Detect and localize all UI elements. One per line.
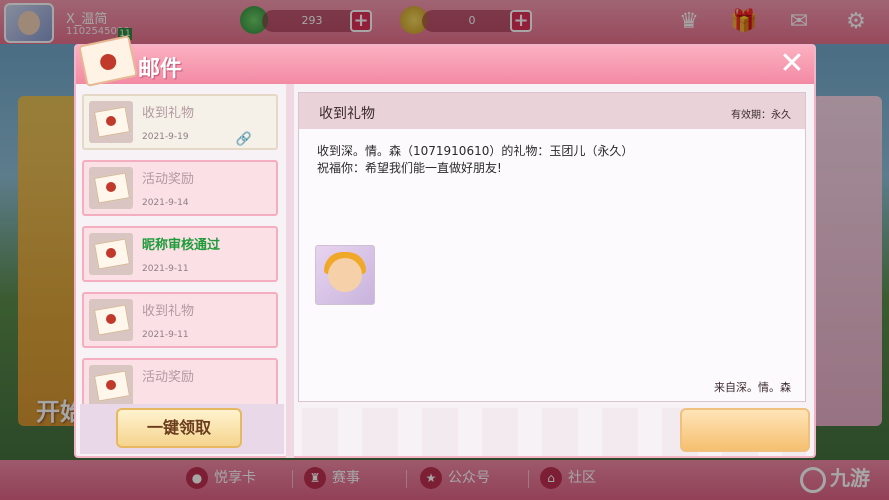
- letter-icon: [89, 365, 133, 404]
- claim-all-button[interactable]: 一键领取: [116, 408, 242, 448]
- dialog-title: 邮件: [138, 57, 183, 82]
- mail-item-title: 收到礼物: [142, 304, 195, 319]
- mail-item-date: 2021-9-11: [142, 330, 189, 340]
- gift-character-face: [328, 258, 362, 292]
- mail-item-date: 2021-9-19: [142, 132, 189, 142]
- claim-button[interactable]: [680, 408, 810, 452]
- mail-detail-panel: 收到礼物 有效期：永久 收到深。情。森（1071910610）的礼物：玉团儿（永…: [298, 92, 806, 402]
- detail-body: 收到深。情。森（1071910610）的礼物：玉团儿（永久） 祝福你：希望我们能…: [317, 143, 633, 177]
- mail-item[interactable]: 活动奖励: [82, 358, 278, 404]
- mail-item[interactable]: 昵称审核通过 2021-9-11: [82, 226, 278, 282]
- letter-icon: [89, 233, 133, 275]
- mail-item-title: 昵称审核通过: [142, 238, 221, 253]
- mail-item-title: 活动奖励: [142, 172, 195, 187]
- letter-icon: [89, 167, 133, 209]
- mail-item[interactable]: 活动奖励 2021-9-14: [82, 160, 278, 216]
- panel-divider: [286, 84, 294, 458]
- mail-item-date: 2021-9-14: [142, 198, 189, 208]
- mail-item-title: 收到礼物: [142, 106, 195, 121]
- letter-icon: [89, 101, 133, 143]
- mail-dialog: 邮件 ✕ 收到礼物 2021-9-19 🔗 活动奖励 2021-9-14 昵称审…: [74, 35, 816, 458]
- mail-item[interactable]: 收到礼物 2021-9-11: [82, 292, 278, 348]
- attachment-icon: 🔗: [235, 132, 252, 147]
- expiry-label: 有效期：永久: [731, 110, 791, 121]
- detail-line-blessing: 祝福你：希望我们能一直做好朋友!: [317, 161, 502, 175]
- mail-item-title: 活动奖励: [142, 370, 195, 385]
- mail-list[interactable]: 收到礼物 2021-9-19 🔗 活动奖励 2021-9-14 昵称审核通过 2…: [80, 92, 284, 404]
- sender-signature: 来自深。情。森: [714, 381, 791, 394]
- detail-title: 收到礼物: [319, 106, 375, 122]
- detail-line-gift: 收到深。情。森（1071910610）的礼物：玉团儿（永久）: [317, 144, 634, 158]
- close-button[interactable]: ✕: [776, 48, 808, 80]
- dialog-header: [76, 46, 814, 84]
- letter-icon: [89, 299, 133, 341]
- gift-item-thumbnail[interactable]: [315, 245, 375, 305]
- mail-item-date: 2021-9-11: [142, 264, 189, 274]
- mail-item[interactable]: 收到礼物 2021-9-19 🔗: [82, 94, 278, 150]
